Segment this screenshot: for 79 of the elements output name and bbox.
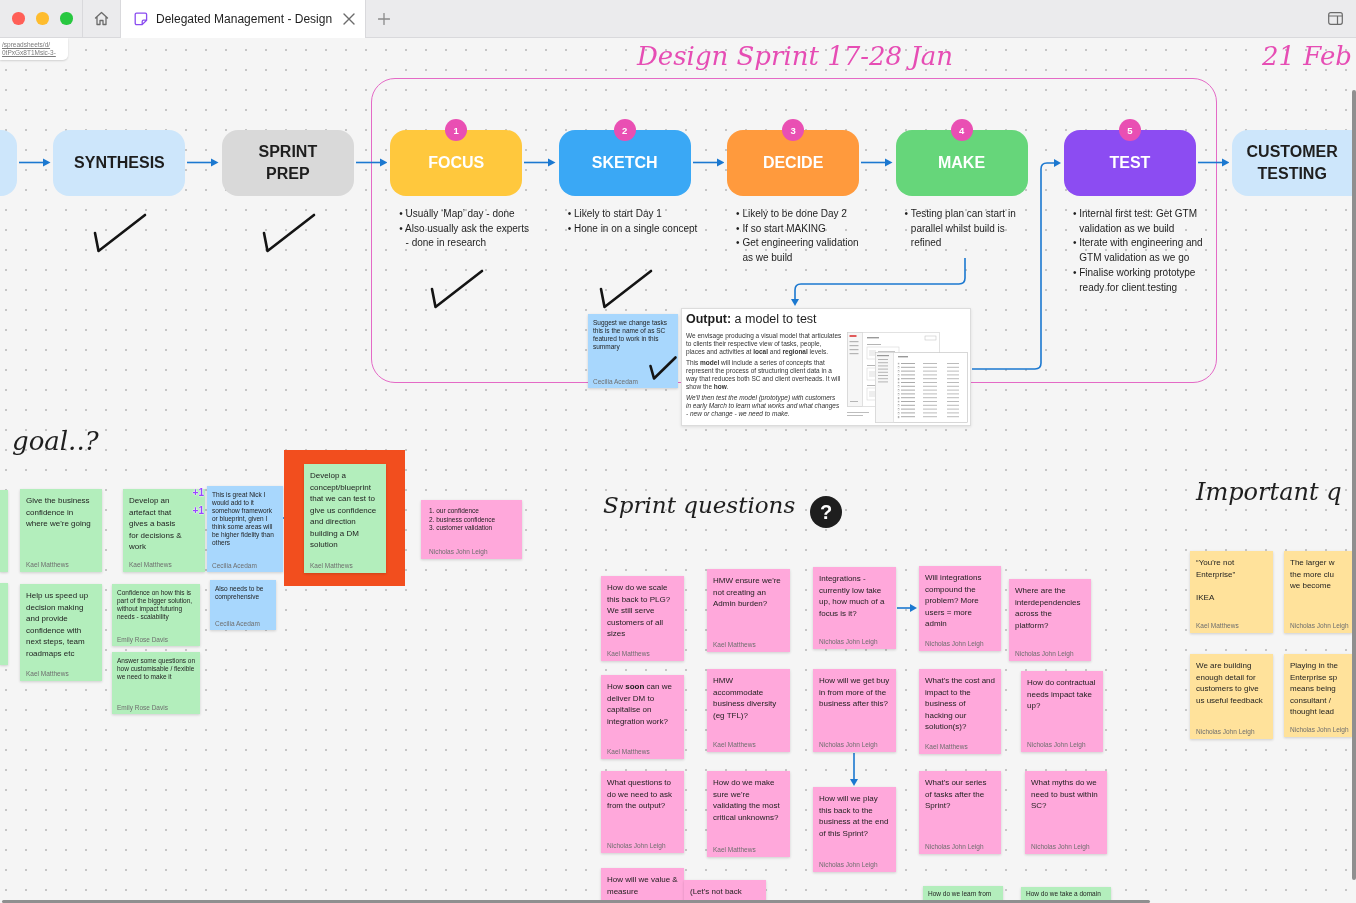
note-text: How do contractual needs impact take up? bbox=[1027, 677, 1097, 712]
note-text: What questions to do we need to ask from the output? bbox=[607, 777, 673, 812]
connector-arrow bbox=[187, 158, 219, 167]
section-heading: Important q bbox=[1196, 478, 1342, 507]
vertical-scrollbar[interactable] bbox=[1352, 90, 1356, 880]
stage-note: • Likely to start Day 1 bbox=[567, 207, 663, 221]
stage-note: • Iterate with engineering and GTM validation as we go bbox=[1072, 236, 1204, 266]
reaction-count[interactable]: +1 bbox=[192, 505, 204, 516]
stage-note: • Testing plan can start in parallel whilst build is refined bbox=[904, 207, 1017, 251]
connector-arrow bbox=[19, 158, 51, 167]
note-text: How soon can we deliver DM to capitalise on integration work? bbox=[607, 681, 673, 727]
note-text: Where are the interdependencies across the platform? bbox=[1015, 585, 1082, 631]
note-text: How will we get buy in from more of the business after this? bbox=[819, 675, 890, 710]
step-number-badge: 1 bbox=[445, 119, 468, 141]
minimize-window-button[interactable] bbox=[36, 12, 49, 25]
note-text: “You're not Enterprise” IKEA bbox=[1196, 557, 1237, 603]
connector-arrow bbox=[1197, 158, 1230, 167]
stage-note: • Internal first test: Get GTM validation as we build bbox=[1072, 207, 1199, 236]
stage-label: FOCUS bbox=[428, 153, 485, 173]
note-text: Help us speed up decision making and provide confidence with next steps, team roadmaps etc bbox=[26, 590, 90, 659]
note-text: The larger w the more clu we become bbox=[1290, 557, 1336, 592]
question-mark-badge: ? bbox=[810, 496, 842, 528]
note-text: Develop a concept/blueprint that we can test to give us confidence and direction building a DM solution bbox=[310, 470, 378, 551]
note-text: How will we value & measure bbox=[607, 874, 678, 897]
reaction-count[interactable]: +1 bbox=[192, 487, 204, 498]
note-text: How will we play this back to the business at the end of this Sprint? bbox=[819, 793, 890, 839]
note-text: Integrations - currently low take up, how much of a focus is it? bbox=[819, 573, 886, 619]
sidebar-icon[interactable] bbox=[1327, 12, 1343, 25]
close-window-button[interactable] bbox=[12, 12, 25, 25]
note-text: HMW ensure we're not creating an Admin burden? bbox=[713, 575, 782, 610]
note-text: Develop an artefact that gives a basis for decisions & work bbox=[129, 495, 183, 553]
frame-title: Design Sprint 17-28 Jan bbox=[637, 41, 954, 73]
step-number-badge: 2 bbox=[613, 119, 636, 141]
stage-label: MAKE bbox=[937, 153, 986, 173]
connector-arrow bbox=[355, 158, 388, 167]
stage-note: • Likely to be done Day 2 bbox=[736, 207, 848, 221]
step-number-badge: 5 bbox=[1118, 119, 1141, 141]
browser-tab[interactable]: Delegated Management - Design bbox=[121, 0, 366, 38]
plus-icon[interactable] bbox=[378, 12, 390, 25]
stage-note: • Finalise working prototype ready for client testing bbox=[1072, 265, 1197, 295]
stage-note: • Hone in on a single concept bbox=[567, 221, 699, 236]
step-number-badge: 3 bbox=[782, 119, 805, 141]
close-icon[interactable] bbox=[343, 13, 355, 25]
connector-arrow bbox=[692, 158, 725, 167]
note-text: What's the cost and impact to the business of hacking our solution(s)? bbox=[925, 675, 995, 733]
zoom-window-button[interactable] bbox=[60, 12, 73, 25]
stage-note: • If so start MAKING bbox=[736, 221, 827, 236]
note-text: (Let's not back bbox=[690, 886, 743, 898]
note-text: What myths do we need to bust within SC? bbox=[1031, 777, 1099, 812]
note-text: Playing in the Enterprise sp means being consultant / thought lead bbox=[1290, 660, 1340, 718]
note-text: Give the business confidence in where we're going bbox=[26, 495, 92, 530]
stage-label: TEST bbox=[1109, 153, 1151, 173]
stage-label: DECIDE bbox=[762, 153, 824, 173]
stage-note: • Usually ‘Map’ day - done bbox=[399, 207, 516, 221]
section-heading: Sprint questions bbox=[603, 492, 796, 520]
stage-label: SKETCH bbox=[591, 153, 658, 173]
note-text: We are building enough detail for customers to give us useful feedback bbox=[1196, 660, 1264, 706]
note-text: What's our series of tasks after the Sprint? bbox=[925, 777, 988, 812]
connector-arrow bbox=[849, 752, 859, 787]
step-number-badge: 4 bbox=[950, 119, 973, 141]
connector-arrow bbox=[896, 603, 918, 613]
note-text: How do we make sure we're validating the most critical unknowns? bbox=[713, 777, 781, 823]
horizontal-scrollbar[interactable] bbox=[2, 899, 1150, 903]
connector-arrow bbox=[524, 158, 556, 167]
stage-label: SYNTHESIS bbox=[74, 153, 165, 173]
home-icon[interactable] bbox=[94, 11, 109, 26]
stage-label: SPRINT PREP bbox=[257, 142, 319, 184]
connector-arrow bbox=[861, 158, 893, 167]
stage-note: • Also usually ask the experts - done in research bbox=[399, 221, 530, 251]
output-title: Output: a model to test bbox=[686, 311, 818, 327]
tab-title: Delegated Management - Design bbox=[156, 12, 334, 26]
frame-title: 21 Feb bbox=[1262, 41, 1352, 73]
section-heading: goal..? bbox=[12, 426, 99, 458]
note-text: How do we scale this back to PLG? We still serve customers of all sizes bbox=[607, 582, 672, 640]
stage-label: CUSTOMER TESTING bbox=[1245, 142, 1339, 184]
note-text: HMW accommodate business diversity (eg TFL)? bbox=[713, 675, 778, 721]
note-text: Will integrations compound the problem? More users = more admin bbox=[925, 572, 983, 630]
stage-note: • Get engineering validation as we build bbox=[736, 236, 860, 266]
note-icon bbox=[134, 12, 148, 26]
